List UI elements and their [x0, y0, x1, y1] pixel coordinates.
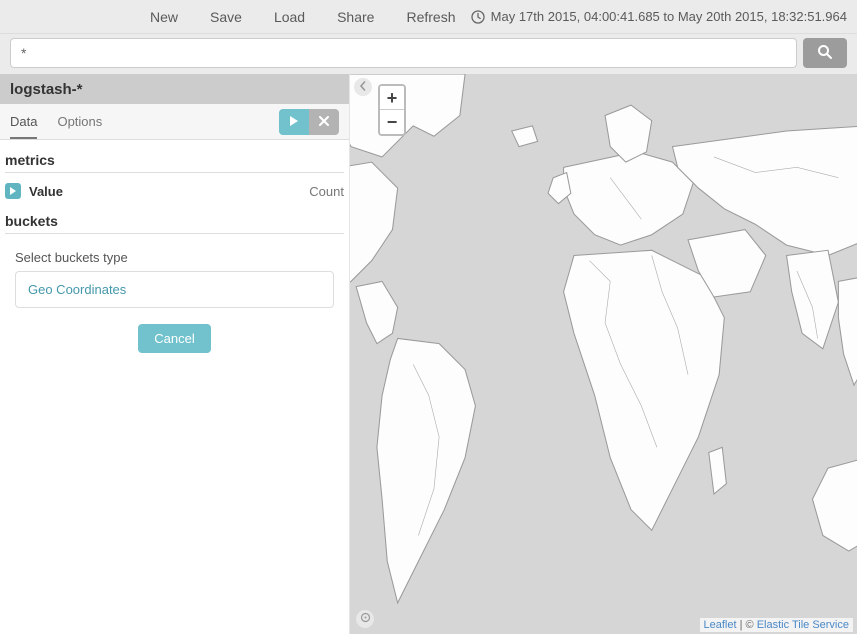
- chevron-left-icon: [358, 80, 368, 94]
- nav-save[interactable]: Save: [210, 9, 242, 25]
- play-icon: [289, 114, 299, 129]
- apply-button[interactable]: [279, 109, 309, 135]
- tab-data[interactable]: Data: [10, 106, 37, 139]
- bucket-option-geo-coordinates[interactable]: Geo Coordinates: [16, 272, 333, 307]
- nav-new[interactable]: New: [150, 9, 178, 25]
- metric-type: Count: [309, 184, 344, 199]
- fit-bounds-button[interactable]: [356, 610, 374, 628]
- cancel-button[interactable]: Cancel: [138, 324, 210, 353]
- buckets-select-label: Select buckets type: [5, 240, 344, 271]
- nav-refresh[interactable]: Refresh: [406, 9, 455, 25]
- sidebar: logstash-* Data Options metrics: [0, 74, 350, 634]
- zoom-controls: + −: [378, 84, 406, 136]
- bucket-type-select: Geo Coordinates: [15, 271, 334, 308]
- map-attribution: Leaflet | © Elastic Tile Service: [700, 618, 853, 632]
- crosshair-icon: [360, 612, 371, 626]
- top-navbar: New Save Load Share Refresh May 17th 201…: [0, 0, 857, 34]
- attribution-separator: | ©: [737, 619, 757, 631]
- tile-service-link[interactable]: Elastic Tile Service: [757, 619, 849, 631]
- world-map[interactable]: [350, 74, 857, 634]
- tab-actions: [279, 109, 339, 135]
- metrics-header: metrics: [5, 148, 344, 172]
- timepicker[interactable]: May 17th 2015, 04:00:41.685 to May 20th …: [471, 9, 847, 24]
- search-row: [0, 34, 857, 74]
- zoom-out-button[interactable]: −: [380, 110, 404, 134]
- main-area: logstash-* Data Options metrics: [0, 74, 857, 634]
- discard-button[interactable]: [309, 109, 339, 135]
- collapse-sidebar-button[interactable]: [354, 78, 372, 96]
- zoom-in-button[interactable]: +: [380, 86, 404, 110]
- nav-share[interactable]: Share: [337, 9, 374, 25]
- search-icon: [817, 44, 833, 63]
- tab-row: Data Options: [0, 104, 349, 140]
- metric-toggle-icon: [5, 183, 21, 199]
- nav-load[interactable]: Load: [274, 9, 305, 25]
- tab-options[interactable]: Options: [57, 106, 102, 137]
- clock-icon: [471, 10, 485, 24]
- cancel-row: Cancel: [5, 308, 344, 369]
- config-panel: metrics Value Count buckets Select bucke…: [0, 140, 349, 377]
- search-input[interactable]: [10, 38, 797, 68]
- map-area[interactable]: + −: [350, 74, 857, 634]
- close-icon: [319, 114, 329, 129]
- buckets-header: buckets: [5, 209, 344, 233]
- index-pattern-header[interactable]: logstash-*: [0, 74, 349, 104]
- leaflet-link[interactable]: Leaflet: [704, 619, 737, 631]
- metric-row[interactable]: Value Count: [5, 179, 344, 203]
- search-button[interactable]: [803, 38, 847, 68]
- timepicker-range: May 17th 2015, 04:00:41.685 to May 20th …: [491, 9, 847, 24]
- nav-links: New Save Load Share Refresh: [150, 9, 455, 25]
- metric-label: Value: [29, 184, 63, 199]
